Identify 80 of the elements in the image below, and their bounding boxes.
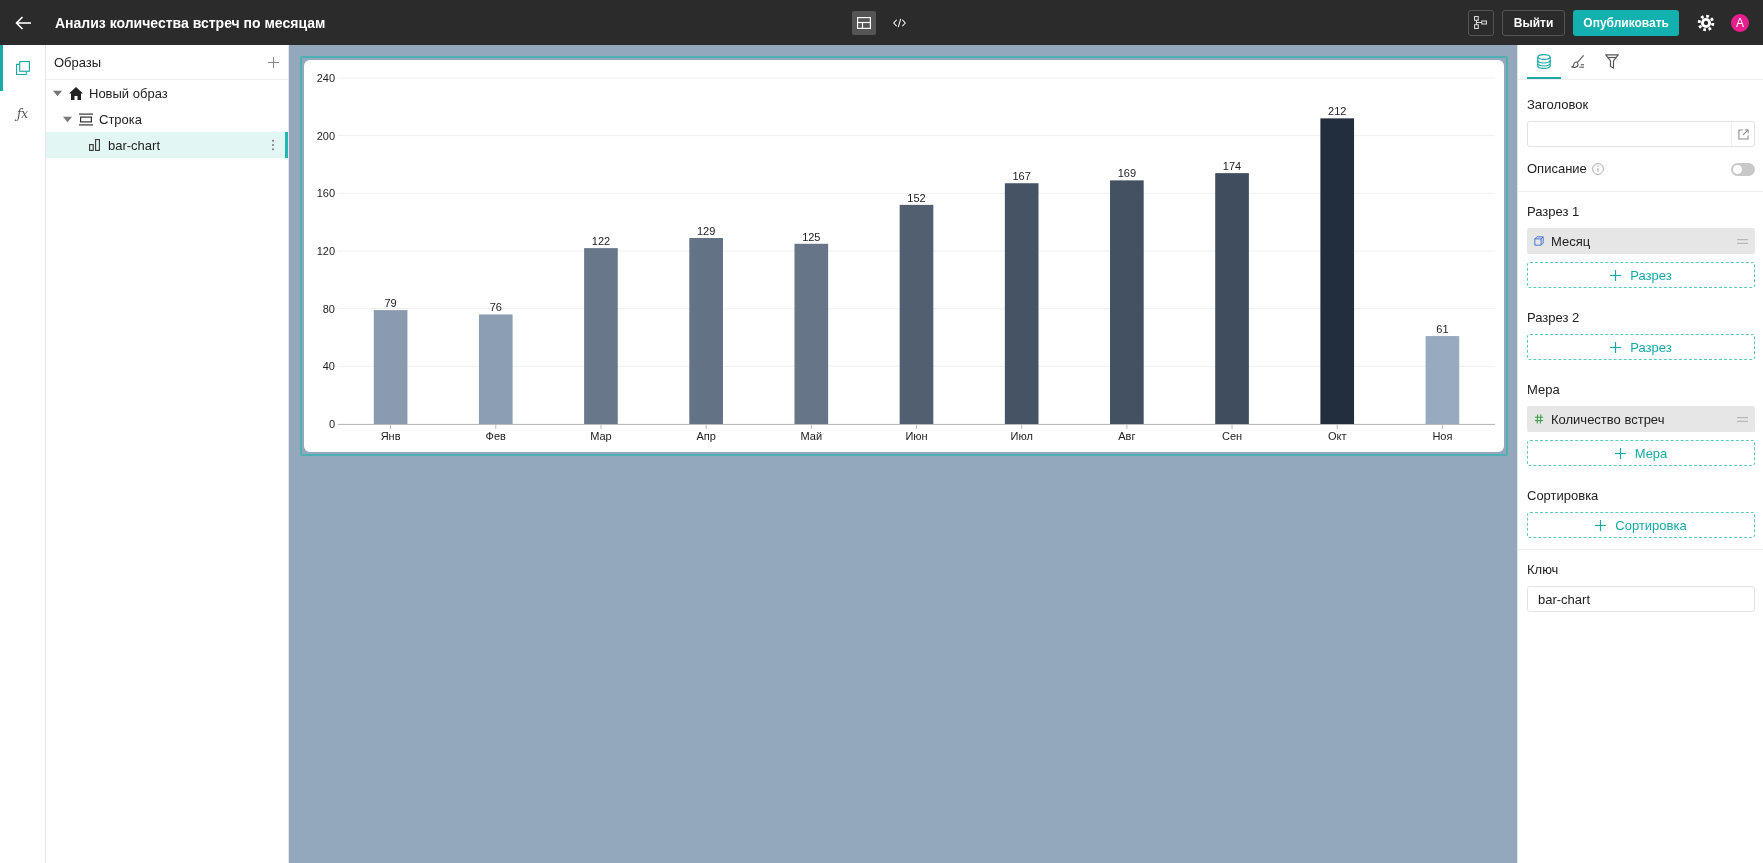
external-link-icon[interactable] (1737, 128, 1749, 140)
section-label: Мера (1527, 382, 1561, 398)
back-arrow-icon[interactable] (15, 15, 31, 30)
dimension-chip[interactable]: Месяц (1527, 228, 1755, 254)
field-label: Заголовок (1527, 97, 1590, 113)
value-label: 122 (591, 235, 611, 248)
axis-tick-label: 200 (316, 129, 335, 142)
axis-tick-label: 80 (322, 302, 335, 315)
value-label: 152 (907, 191, 926, 204)
axis-tick-label: 120 (316, 245, 335, 257)
axis-tick-label: 160 (316, 187, 335, 200)
field-label: Ключ (1527, 562, 1560, 578)
value-label: 212 (1328, 105, 1347, 118)
section-label: Сортировка (1527, 488, 1600, 504)
formula-tab[interactable]: ƒx (0, 91, 45, 137)
panel-title: Образы (54, 54, 102, 70)
axis-tick-label: 0 (328, 418, 335, 430)
value-label: 125 (802, 230, 821, 243)
section-label: Разрез 2 (1527, 310, 1581, 326)
layout-view-button[interactable] (852, 10, 876, 35)
caret-icon[interactable] (63, 114, 72, 124)
caret-icon[interactable] (53, 88, 62, 98)
filter-icon (1605, 53, 1619, 69)
category-label: Янв (380, 430, 401, 442)
tree-item[interactable]: bar-chart (46, 132, 288, 158)
info-icon[interactable] (1591, 163, 1604, 175)
value-label: 76 (489, 301, 502, 314)
category-label: Июл (1010, 430, 1033, 442)
value-label: 61 (1436, 323, 1449, 336)
key-input-field[interactable]: bar-chart (1527, 586, 1755, 612)
description-toggle[interactable] (1731, 162, 1755, 176)
settings-icon[interactable] (1697, 13, 1715, 32)
bar-chart-icon (89, 139, 100, 151)
plus-icon (1595, 519, 1607, 531)
section-label: Разрез 1 (1527, 204, 1581, 220)
hash-icon (1534, 414, 1544, 424)
code-icon (892, 17, 906, 28)
axis-tick-label: 240 (316, 72, 335, 84)
category-label: Авг (1118, 430, 1136, 442)
more-icon[interactable] (271, 139, 275, 151)
home-icon (69, 86, 83, 100)
database-icon (1537, 53, 1551, 69)
row-layout-icon (79, 112, 93, 126)
tree-item[interactable]: Новый образ (46, 80, 288, 106)
add-icon[interactable] (268, 56, 279, 68)
category-label: Май (800, 430, 823, 442)
value-label: 169 (1117, 167, 1137, 180)
bar[interactable] (1004, 183, 1039, 424)
value-label: 174 (1222, 160, 1242, 173)
axis-tick-label: 40 (322, 360, 335, 373)
category-label: Фев (485, 430, 506, 442)
category-label: Мар (590, 430, 612, 442)
measure-chip[interactable]: Количество встреч (1527, 406, 1755, 432)
tree-item[interactable]: Строка (46, 106, 288, 132)
layout-icon (857, 16, 871, 29)
plus-icon (1610, 269, 1622, 281)
title-input-field[interactable] (1527, 121, 1755, 147)
avatar[interactable]: A (1731, 13, 1749, 32)
category-label: Ноя (1432, 430, 1453, 442)
pages-icon (15, 61, 30, 75)
brush-icon (1571, 53, 1585, 69)
drag-handle-icon[interactable] (1737, 416, 1748, 422)
value-label: 167 (1012, 170, 1031, 183)
category-label: Июн (905, 430, 928, 442)
description-label: Описание (1527, 161, 1587, 177)
category-label: Окт (1327, 430, 1347, 442)
chart-selection-frame[interactable]: 0 40 80 120 160 200 240 79 76 122 129 125 152 167 169 174 212 61 Янв Фев Мар Апр Май Июн Июл Авг Сен Окт Ноя (300, 56, 1508, 456)
category-label: Апр (696, 430, 716, 442)
bar[interactable] (1320, 118, 1355, 424)
hierarchy-icon (1474, 16, 1488, 29)
value-label: 79 (384, 297, 397, 310)
value-label: 129 (696, 225, 716, 237)
page-title: Анализ количества встреч по месяцам (55, 14, 326, 31)
exit-button[interactable]: Выйти (1501, 9, 1566, 36)
cube-icon (1534, 236, 1544, 246)
plus-icon (1610, 341, 1622, 353)
drag-handle-icon[interactable] (1737, 238, 1748, 244)
hierarchy-button[interactable] (1467, 9, 1494, 36)
category-label: Сен (1222, 430, 1243, 442)
plus-icon (1614, 447, 1626, 459)
